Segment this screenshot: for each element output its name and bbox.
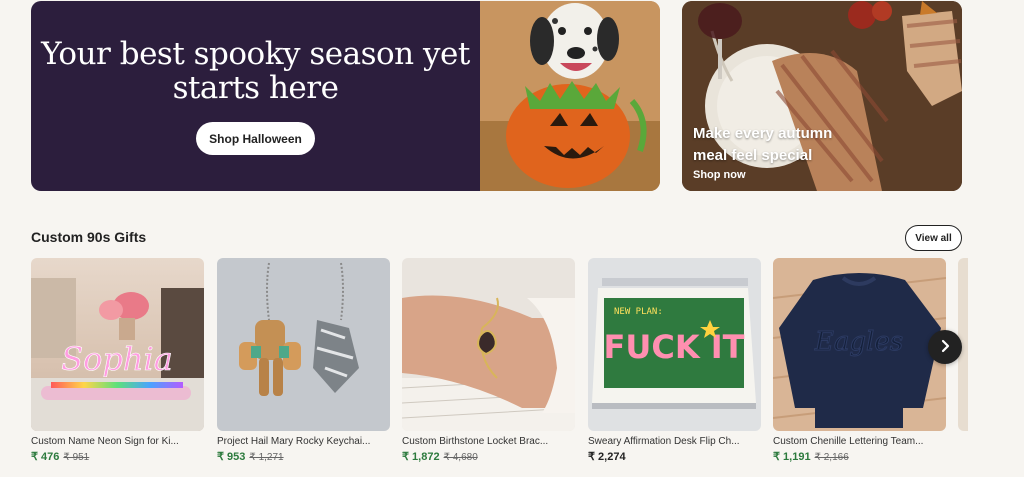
product-title[interactable]: Custom Name Neon Sign for Ki... [31, 436, 204, 447]
product-card[interactable]: Sophia Custom Name Neon Sign for Ki... ₹… [31, 258, 204, 463]
hero-headline: Your best spooky season yet starts here [41, 36, 470, 106]
product-title[interactable]: Project Hail Mary Rocky Keychai... [217, 436, 390, 447]
sale-price: ₹ 1,191 [773, 451, 811, 463]
halloween-dog-image [480, 1, 660, 191]
price-row: ₹ 1,872 ₹ 4,680 [402, 450, 575, 463]
original-price: ₹ 1,271 [249, 452, 284, 463]
chevron-right-icon [938, 337, 952, 358]
sale-price: ₹ 476 [31, 451, 60, 463]
shop-now-link[interactable]: Shop now [693, 169, 863, 181]
keychain-image [217, 258, 390, 431]
neon-text: Sophia [61, 340, 173, 378]
promo-text: Make every autumn meal feel special Shop… [693, 123, 863, 181]
calendar-header: NEW PLAN: [614, 307, 663, 317]
product-card[interactable]: NEW PLAN: FUCK IT Sweary Affirmation Des… [588, 258, 761, 463]
original-price: ₹ 951 [63, 452, 90, 463]
price-row: ₹ 1,191 ₹ 2,166 [773, 450, 946, 463]
carousel-next-button[interactable] [928, 330, 962, 364]
neon-sign-image: Sophia [31, 258, 204, 431]
product-card[interactable]: Project Hail Mary Rocky Keychai... ₹ 953… [217, 258, 390, 463]
sweatshirt-image: Eagles [773, 258, 946, 431]
shop-halloween-button[interactable]: Shop Halloween [196, 122, 315, 155]
price-row: ₹ 953 ₹ 1,271 [217, 450, 390, 463]
promo-title: Make every autumn meal feel special [693, 125, 833, 164]
hero-text-panel: Your best spooky season yet starts here … [31, 1, 480, 191]
sale-price: ₹ 953 [217, 451, 246, 463]
desk-calendar-image: NEW PLAN: FUCK IT [588, 258, 761, 431]
price-row: ₹ 476 ₹ 951 [31, 450, 204, 463]
page: Your best spooky season yet starts here … [0, 0, 1024, 477]
product-title[interactable]: Sweary Affirmation Desk Flip Ch... [588, 436, 761, 447]
price-row: ₹ 2,274 [588, 450, 761, 463]
price: ₹ 2,274 [588, 451, 626, 463]
product-card[interactable]: Custom Birthstone Locket Brac... ₹ 1,872… [402, 258, 575, 463]
halloween-hero-banner[interactable]: Your best spooky season yet starts here … [31, 1, 660, 191]
bracelet-image [402, 258, 575, 431]
autumn-meal-promo[interactable]: Make every autumn meal feel special Shop… [682, 1, 962, 191]
product-card[interactable]: Eagles Custom Chenille Lettering Team...… [773, 258, 946, 463]
original-price: ₹ 2,166 [814, 452, 849, 463]
calendar-word: FUCK IT [604, 328, 745, 366]
original-price: ₹ 4,680 [443, 452, 478, 463]
section-title: Custom 90s Gifts [31, 229, 147, 245]
product-title[interactable]: Custom Birthstone Locket Brac... [402, 436, 575, 447]
view-all-button[interactable]: View all [905, 225, 962, 251]
sale-price: ₹ 1,872 [402, 451, 440, 463]
shirt-lettering: Eagles [814, 327, 903, 357]
product-title[interactable]: Custom Chenille Lettering Team... [773, 436, 946, 447]
